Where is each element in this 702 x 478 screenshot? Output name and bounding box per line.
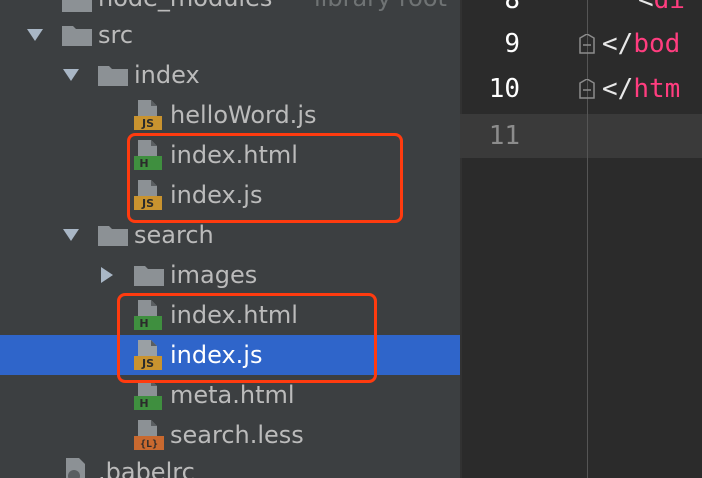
less-file-icon: {L}: [134, 420, 164, 450]
tree-item-label: index: [134, 61, 200, 89]
chevron-down-icon[interactable]: [63, 69, 79, 81]
tree-item-images-folder[interactable]: images: [0, 255, 460, 295]
chevron-down-icon[interactable]: [27, 29, 43, 41]
tree-item-label: helloWord.js: [170, 101, 317, 129]
code-tag: di: [653, 0, 685, 15]
folder-icon: [134, 266, 164, 286]
code-line[interactable]: </bod: [602, 22, 680, 66]
code-tag: bod: [633, 29, 681, 59]
fold-icon[interactable]: [579, 79, 595, 99]
highlight-box-search: [117, 293, 377, 383]
code-line[interactable]: <di: [638, 0, 685, 22]
code-line[interactable]: </htm: [602, 67, 680, 111]
line-number: 9: [504, 29, 520, 59]
code-punct: </: [602, 29, 634, 59]
folder-icon: [98, 66, 128, 86]
code-punct: </: [602, 74, 634, 104]
folder-icon: [98, 226, 128, 246]
project-tree: node_modules library root src index JS h…: [0, 0, 460, 478]
tree-item-index-folder[interactable]: index: [0, 55, 460, 95]
tree-item-label: .babelrc: [98, 458, 195, 478]
tree-item-helloword-js[interactable]: JS helloWord.js: [0, 95, 460, 135]
gutter-separator: [587, 0, 588, 478]
svg-text:JS: JS: [141, 117, 154, 130]
fold-icon[interactable]: [579, 34, 595, 54]
tree-item-label: images: [170, 261, 258, 289]
folder-icon: [62, 0, 92, 12]
tree-item-search-less[interactable]: {L} search.less: [0, 415, 460, 455]
line-number: 10: [488, 74, 520, 104]
svg-text:{L}: {L}: [140, 439, 158, 450]
line-number: 8: [504, 0, 520, 15]
chevron-right-icon[interactable]: [101, 267, 113, 283]
chevron-down-icon[interactable]: [63, 229, 79, 241]
tree-item-babelrc[interactable]: .babelrc: [0, 452, 460, 478]
tree-item-label: src: [98, 21, 134, 49]
code-editor[interactable]: 8 <di 9 </bod 10 </htm 11: [460, 0, 702, 478]
library-root-hint: library root: [314, 0, 447, 12]
code-punct: <: [638, 0, 654, 15]
folder-icon: [62, 26, 92, 46]
svg-text:H: H: [139, 397, 148, 410]
config-file-icon: [66, 458, 85, 478]
tree-item-src[interactable]: src: [0, 15, 460, 55]
tree-item-label: search.less: [170, 421, 304, 449]
code-tag: htm: [633, 74, 681, 104]
line-number: 11: [488, 121, 520, 151]
highlight-box-index: [127, 133, 403, 223]
html-file-icon: H: [134, 380, 162, 410]
js-file-icon: JS: [134, 100, 162, 130]
